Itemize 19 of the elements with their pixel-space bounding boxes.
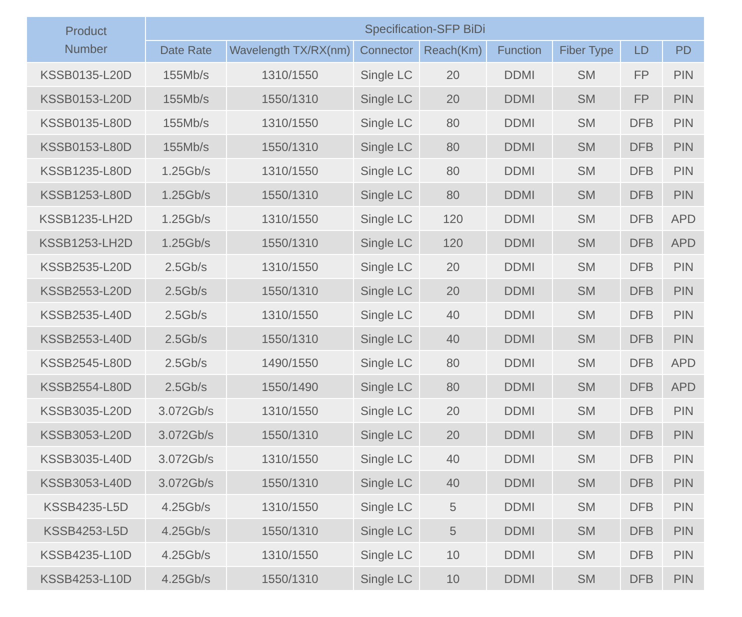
column-header: Wavelength TX/RX(nm) (226, 40, 354, 62)
column-header: Product Number (26, 16, 146, 62)
table-cell: KSSB4253-L10D (26, 566, 146, 590)
table-cell: PIN (662, 566, 704, 590)
column-header: Fiber Type (552, 40, 620, 62)
table-cell: 1550/1310 (226, 566, 354, 590)
column-header: Function (486, 40, 552, 62)
column-header: Date Rate (146, 40, 226, 62)
table-cell: DFB (620, 566, 662, 590)
column-header: PD (662, 40, 704, 62)
table-cell: 10 (420, 566, 486, 590)
column-header: LD (620, 40, 662, 62)
column-header: Connector (354, 40, 420, 62)
table-cell: 4.25Gb/s (146, 566, 226, 590)
table-cell: SM (552, 566, 620, 590)
table-cell: DDMI (486, 566, 552, 590)
column-header: Specification-SFP BiDi (146, 16, 704, 40)
table-cell: Single LC (354, 566, 420, 590)
column-header: Reach(Km) (420, 40, 486, 62)
